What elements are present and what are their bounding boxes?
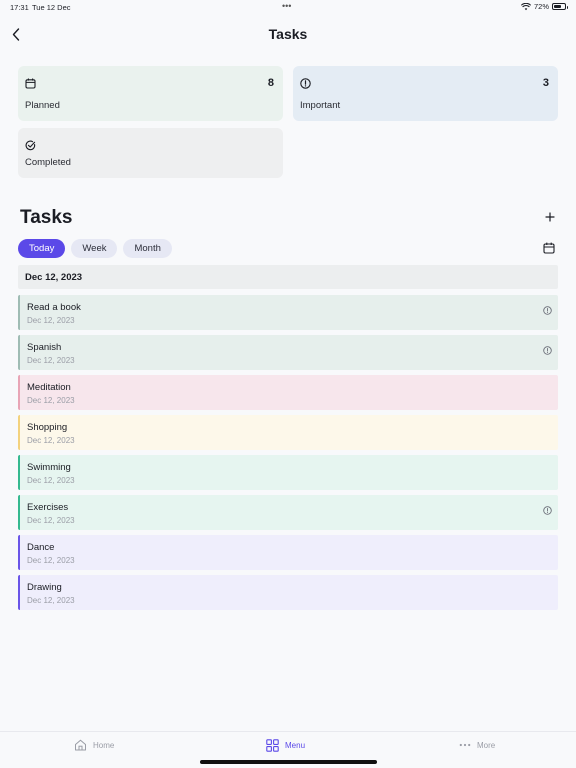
task-list: Read a book Dec 12, 2023 Spanish Dec 12,… xyxy=(18,295,558,615)
tab-more[interactable]: More xyxy=(459,739,495,751)
filter-today[interactable]: Today xyxy=(18,239,66,258)
status-bar: 17:31 Tue 12 Dec ••• 72% xyxy=(0,0,576,14)
task-date: Dec 12, 2023 xyxy=(27,436,75,445)
plus-icon xyxy=(545,212,555,222)
completed-card[interactable]: Completed xyxy=(18,128,283,178)
important-card[interactable]: 3 Important xyxy=(293,66,558,121)
section-title: Tasks xyxy=(20,207,73,228)
tab-menu[interactable]: Menu xyxy=(266,739,305,752)
date-group-header: Dec 12, 2023 xyxy=(18,265,558,289)
task-item[interactable]: Dance Dec 12, 2023 xyxy=(18,535,558,570)
important-flag-icon xyxy=(543,342,552,360)
header: Tasks xyxy=(0,22,576,48)
tab-more-label: More xyxy=(477,740,496,750)
filter-month[interactable]: Month xyxy=(123,239,172,258)
task-title: Drawing xyxy=(27,582,62,593)
status-time: 17:31 xyxy=(10,3,29,12)
task-title: Spanish xyxy=(27,342,62,353)
task-title: Read a book xyxy=(27,302,81,313)
page-title: Tasks xyxy=(268,26,308,42)
important-count: 3 xyxy=(542,77,549,89)
check-circle-icon xyxy=(25,138,36,156)
calendar-button[interactable] xyxy=(543,241,557,255)
task-item[interactable]: Spanish Dec 12, 2023 xyxy=(18,335,558,370)
completed-label: Completed xyxy=(25,157,71,168)
filter-week[interactable]: Week xyxy=(71,239,118,258)
wifi-icon xyxy=(520,2,531,10)
status-right: 72% xyxy=(520,2,568,11)
planned-count: 8 xyxy=(267,77,274,89)
task-date: Dec 12, 2023 xyxy=(27,316,75,325)
task-item[interactable]: Drawing Dec 12, 2023 xyxy=(18,575,558,610)
alert-circle-icon xyxy=(300,76,311,94)
task-date: Dec 12, 2023 xyxy=(27,356,75,365)
battery-percent: 72% xyxy=(533,2,549,11)
tab-home-label: Home xyxy=(93,740,115,750)
filter-tabs: Today Week Month xyxy=(18,239,172,258)
battery-icon xyxy=(552,3,568,10)
status-date: Tue 12 Dec xyxy=(32,3,71,12)
task-date: Dec 12, 2023 xyxy=(27,556,75,565)
important-flag-icon xyxy=(543,302,552,320)
task-item[interactable]: Read a book Dec 12, 2023 xyxy=(18,295,558,330)
calendar-icon xyxy=(543,242,555,254)
task-date: Dec 12, 2023 xyxy=(27,516,75,525)
task-item[interactable]: Meditation Dec 12, 2023 xyxy=(18,375,558,410)
important-label: Important xyxy=(300,100,341,111)
task-title: Shopping xyxy=(27,422,68,433)
planned-label: Planned xyxy=(25,100,60,111)
battery-fill xyxy=(554,5,562,8)
more-horizontal-icon xyxy=(459,743,471,747)
home-indicator xyxy=(200,760,377,764)
tab-menu-label: Menu xyxy=(285,741,306,750)
add-task-button[interactable] xyxy=(543,210,557,224)
task-title: Meditation xyxy=(27,382,71,393)
home-icon xyxy=(75,739,86,751)
task-date: Dec 12, 2023 xyxy=(27,396,75,405)
task-title: Dance xyxy=(27,542,55,553)
task-item[interactable]: Exercises Dec 12, 2023 xyxy=(18,495,558,530)
task-title: Swimming xyxy=(27,462,71,473)
calendar-icon xyxy=(25,76,36,94)
multitasking-dots-icon[interactable]: ••• xyxy=(282,1,291,11)
grid-icon xyxy=(266,739,279,752)
task-item[interactable]: Shopping Dec 12, 2023 xyxy=(18,415,558,450)
task-date: Dec 12, 2023 xyxy=(27,476,75,485)
tab-home[interactable]: Home xyxy=(74,739,114,751)
important-flag-icon xyxy=(543,502,552,520)
task-item[interactable]: Swimming Dec 12, 2023 xyxy=(18,455,558,490)
planned-card[interactable]: 8 Planned xyxy=(18,66,283,121)
task-title: Exercises xyxy=(27,502,69,513)
task-date: Dec 12, 2023 xyxy=(27,596,75,605)
